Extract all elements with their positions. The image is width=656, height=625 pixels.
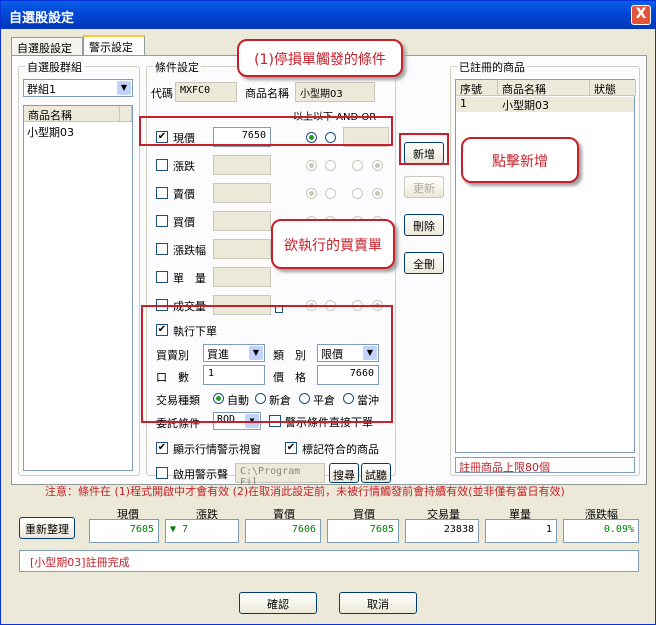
pct-field	[213, 239, 271, 259]
stat-value-pct: 0.09%	[563, 519, 639, 543]
callout-stop-condition: (1)停損單觸發的條件	[237, 39, 403, 77]
tick-vol-label: 單 量	[173, 272, 206, 285]
tick-vol-field	[213, 267, 271, 287]
change-checkbox[interactable]	[156, 159, 168, 171]
change-and-radio	[352, 160, 363, 171]
bid-label: 買價	[173, 216, 195, 229]
sound-label: 啟用警示聲	[173, 468, 228, 481]
ask-below-radio	[325, 188, 336, 199]
window-title: 自選股設定	[9, 11, 75, 26]
ask-or-radio	[372, 188, 383, 199]
dialog-window: 自選股設定 X 自選股設定 警示設定 自選股群組 群組1 ▼ 商品名稱 小型期03…	[0, 0, 656, 625]
title-bar: 自選股設定 X	[1, 1, 655, 29]
list-item[interactable]: 小型期03	[27, 124, 74, 140]
stat-value-change: ▼ 7	[165, 519, 239, 543]
condition-title: 條件設定	[153, 59, 201, 75]
sound-path-field: C:\Program Fil	[235, 463, 325, 488]
sound-checkbox[interactable]	[156, 467, 168, 479]
highlight-add-button	[399, 133, 449, 165]
change-below-radio	[325, 160, 336, 171]
code-field: MXFC0	[175, 82, 237, 102]
ask-above-radio	[306, 188, 317, 199]
group-select[interactable]: 群組1 ▼	[23, 79, 133, 97]
registered-list[interactable]: 序號 商品名稱 狀態 1 小型期03	[455, 79, 636, 453]
reg-row-seq: 1	[460, 97, 467, 110]
product-list[interactable]: 商品名稱 小型期03	[23, 105, 133, 471]
cancel-button[interactable]: 取消	[339, 592, 417, 614]
tab-alert-setting[interactable]: 警示設定	[83, 35, 145, 56]
update-button: 更新	[404, 176, 444, 198]
change-field	[213, 155, 271, 175]
ok-button[interactable]: 確認	[239, 592, 317, 614]
highlight-price-row	[139, 116, 393, 146]
mark-checkbox[interactable]: ✔	[285, 442, 297, 454]
mark-label: 標記符合的商品	[302, 443, 379, 456]
product-list-header[interactable]: 商品名稱	[24, 106, 120, 122]
status-bar: [小型期03]註冊完成	[19, 550, 639, 572]
registered-title: 已註冊的商品	[457, 59, 527, 75]
stat-value-tickvol: 1	[485, 519, 557, 543]
code-label: 代碼	[151, 87, 173, 100]
test-sound-button[interactable]: 試聽	[361, 463, 391, 483]
group-list-frame: 自選股群組 群組1 ▼ 商品名稱 小型期03	[18, 59, 140, 476]
tab-stock-setting[interactable]: 自選股設定	[11, 37, 83, 55]
browse-button[interactable]: 搜尋	[329, 463, 359, 483]
delete-all-button[interactable]: 全刪	[404, 252, 444, 274]
tick-vol-checkbox[interactable]	[156, 271, 168, 283]
stat-value-ask: 7606	[245, 519, 321, 543]
stat-value-volume: 23838	[405, 519, 479, 543]
delete-button[interactable]: 刪除	[404, 214, 444, 236]
bid-checkbox[interactable]	[156, 215, 168, 227]
ask-and-radio	[352, 188, 363, 199]
change-or-radio	[372, 160, 383, 171]
limit-text: 註冊商品上限80個	[455, 457, 635, 474]
change-above-radio	[306, 160, 317, 171]
ask-field	[213, 183, 271, 203]
reg-header-seq[interactable]: 序號	[456, 80, 498, 96]
reg-header-name[interactable]: 商品名稱	[498, 80, 590, 96]
refresh-button[interactable]: 重新整理	[19, 517, 75, 539]
name-field: 小型期03	[295, 82, 375, 102]
reg-row-name: 小型期03	[502, 99, 549, 112]
stat-value-bid: 7605	[327, 519, 399, 543]
group-select-value: 群組1	[27, 83, 56, 96]
stat-value-price: 7605	[89, 519, 159, 543]
callout-order: 欲執行的買賣單	[271, 219, 395, 269]
change-label: 漲跌	[173, 160, 195, 173]
chevron-down-icon[interactable]: ▼	[117, 81, 131, 95]
reg-header-status[interactable]: 狀態	[590, 80, 636, 96]
bid-field	[213, 211, 271, 231]
close-button[interactable]: X	[631, 5, 651, 25]
highlight-order-section	[141, 305, 393, 423]
product-list-header-end	[120, 106, 132, 122]
ask-label: 賣價	[173, 188, 195, 201]
pct-checkbox[interactable]	[156, 243, 168, 255]
callout-click-add: 點擊新增	[461, 137, 579, 183]
ask-checkbox[interactable]	[156, 187, 168, 199]
table-row[interactable]: 1 小型期03	[456, 97, 634, 112]
group-list-title: 自選股群組	[25, 59, 84, 75]
name-label: 商品名稱	[245, 87, 289, 100]
show-window-checkbox[interactable]: ✔	[156, 442, 168, 454]
notice-text: 注意：條件在 (1)程式開啟中才會有效 (2)在取消此設定前，未被行情觸發前會持…	[45, 485, 565, 498]
show-window-label: 顯示行情警示視窗	[173, 443, 261, 456]
registered-frame: 已註冊的商品 序號 商品名稱 狀態 1 小型期03 註冊商品上限80個	[450, 59, 640, 476]
pct-label: 漲跌幅	[173, 244, 206, 257]
